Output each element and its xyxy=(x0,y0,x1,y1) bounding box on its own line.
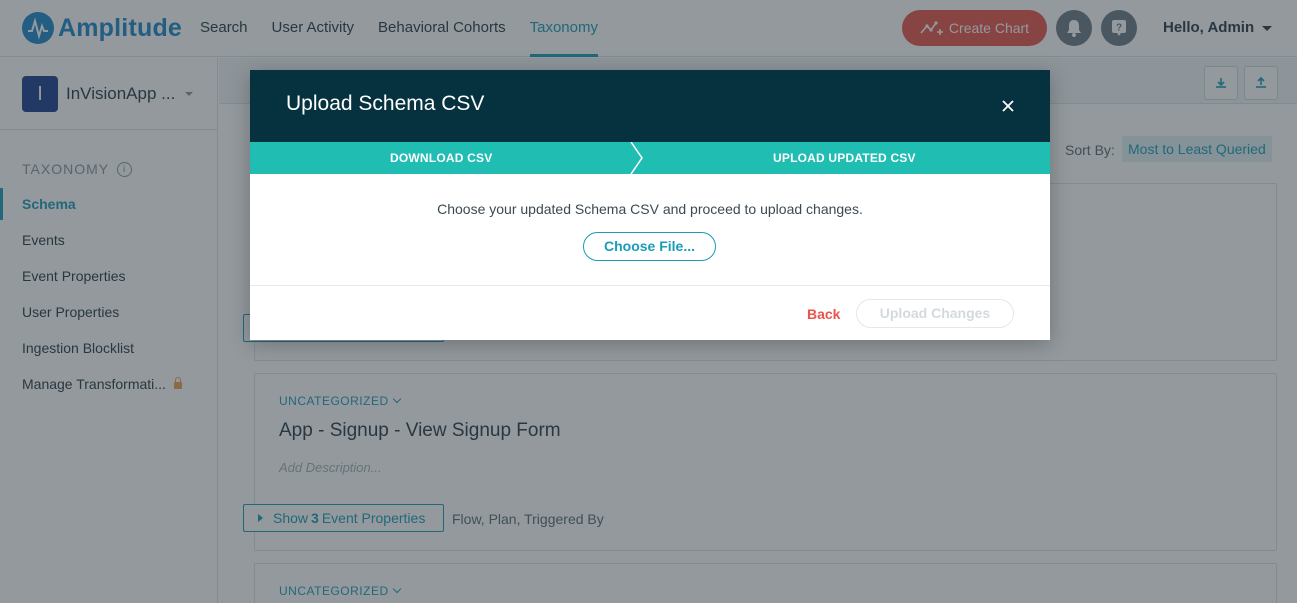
upload-schema-modal: Upload Schema CSV DOWNLOAD CSV UPLOAD UP… xyxy=(250,70,1050,340)
chevron-right-icon xyxy=(630,142,643,174)
close-button[interactable] xyxy=(998,96,1018,116)
step-indicator: DOWNLOAD CSV UPLOAD UPDATED CSV xyxy=(250,142,1050,174)
back-button[interactable]: Back xyxy=(807,306,840,322)
step-download-csv: DOWNLOAD CSV xyxy=(390,151,493,165)
modal-title: Upload Schema CSV xyxy=(286,92,485,115)
upload-instructions: Choose your updated Schema CSV and proce… xyxy=(437,201,863,217)
close-icon xyxy=(1002,100,1014,112)
upload-changes-button[interactable]: Upload Changes xyxy=(856,299,1014,328)
choose-file-button[interactable]: Choose File... xyxy=(583,232,716,261)
step-upload-updated-csv: UPLOAD UPDATED CSV xyxy=(773,151,916,165)
modal-header: Upload Schema CSV xyxy=(250,70,1050,142)
modal-body: Choose your updated Schema CSV and proce… xyxy=(250,174,1050,286)
